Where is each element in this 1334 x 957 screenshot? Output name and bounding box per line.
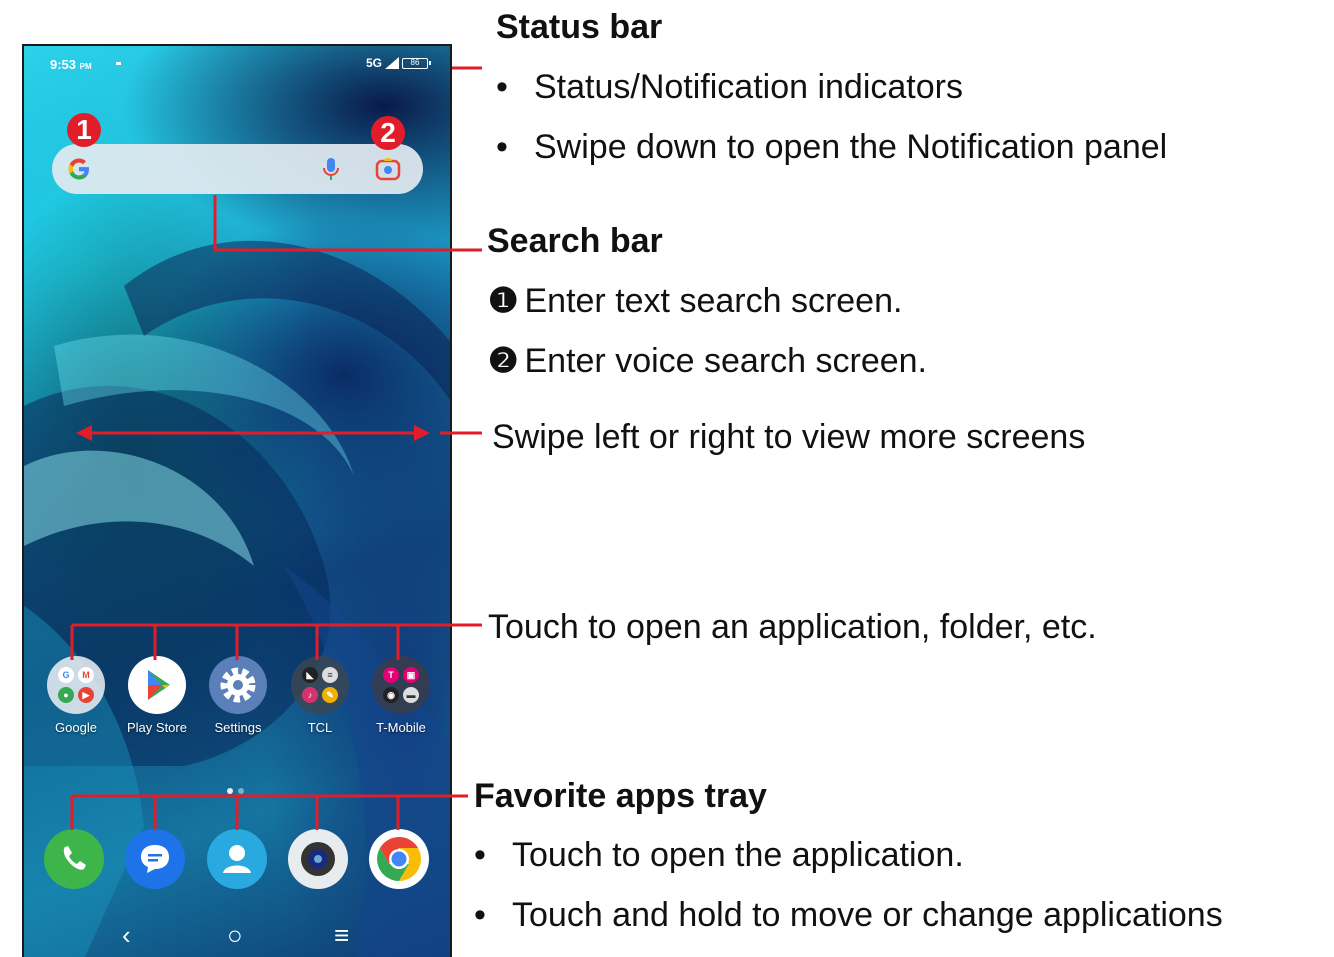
- tmobile-folder-icon: T ▣ ◉ ▬: [372, 656, 430, 714]
- status-bullet-1: Status/Notification indicators: [496, 68, 963, 107]
- app-play-store[interactable]: Play Store: [122, 656, 192, 735]
- settings-gear-icon: [209, 656, 267, 714]
- signal-icon: [385, 57, 399, 69]
- app-tcl-folder[interactable]: ◣ ≡ ♪ ✎ TCL: [285, 656, 355, 735]
- search-item-2: ❷ Enter voice search screen.: [488, 342, 928, 380]
- status-indicators: 5G 86: [365, 56, 431, 70]
- app-label: Google: [55, 720, 97, 735]
- home-button[interactable]: ○: [227, 920, 243, 950]
- battery-icon: 86: [402, 57, 431, 69]
- favorite-apps-tray: [24, 829, 450, 893]
- camera-icon[interactable]: [288, 829, 348, 889]
- favorites-heading: Favorite apps tray: [474, 777, 767, 815]
- play-store-icon: [128, 656, 186, 714]
- app-label: T-Mobile: [376, 720, 426, 735]
- callout-badge-2: 2: [371, 116, 405, 150]
- messages-icon[interactable]: [125, 829, 185, 889]
- app-tmobile-folder[interactable]: T ▣ ◉ ▬ T-Mobile: [366, 656, 436, 735]
- favorites-bullet-1: Touch to open the application.: [474, 836, 964, 875]
- touch-open-callout: Touch to open an application, folder, et…: [488, 608, 1097, 646]
- status-bullet-2: Swipe down to open the Notification pane…: [496, 128, 1167, 167]
- navigation-bar: ‹ ○ ≡: [24, 916, 450, 957]
- google-folder-icon: G M ● ▶: [47, 656, 105, 714]
- page-indicator: [227, 788, 244, 794]
- app-google-folder[interactable]: G M ● ▶ Google: [41, 656, 111, 735]
- favorites-bullet-2: Touch and hold to move or change applica…: [474, 896, 1223, 935]
- search-bar[interactable]: [52, 144, 423, 194]
- app-label: Settings: [214, 720, 262, 735]
- phone-screen: 9:53 PM 5G 86 1 2 G M ● ▶ Google Play St…: [22, 44, 452, 957]
- search-bar-heading: Search bar: [487, 222, 663, 260]
- tcl-folder-icon: ◣ ≡ ♪ ✎: [291, 656, 349, 714]
- swipe-callout: Swipe left or right to view more screens: [492, 418, 1086, 456]
- contacts-icon[interactable]: [207, 829, 267, 889]
- camera-lens-icon[interactable]: [374, 156, 402, 182]
- network-type: 5G: [365, 56, 382, 70]
- status-bar-heading: Status bar: [496, 8, 663, 46]
- app-label: Play Store: [127, 720, 187, 735]
- app-settings[interactable]: Settings: [203, 656, 273, 735]
- search-item-1: ❶ Enter text search screen.: [488, 282, 903, 320]
- status-time: 9:53 PM: [50, 57, 92, 72]
- mic-icon[interactable]: [320, 156, 342, 182]
- phone-icon[interactable]: [44, 829, 104, 889]
- callout-badge-1: 1: [67, 113, 101, 147]
- google-logo-icon[interactable]: [66, 156, 92, 182]
- recents-button[interactable]: ≡: [334, 920, 349, 950]
- status-bar[interactable]: 9:53 PM 5G 86: [24, 46, 450, 82]
- app-label: TCL: [307, 720, 333, 735]
- chrome-icon[interactable]: [369, 829, 429, 889]
- notification-dot-icon: [116, 62, 121, 65]
- back-button[interactable]: ‹: [122, 920, 131, 950]
